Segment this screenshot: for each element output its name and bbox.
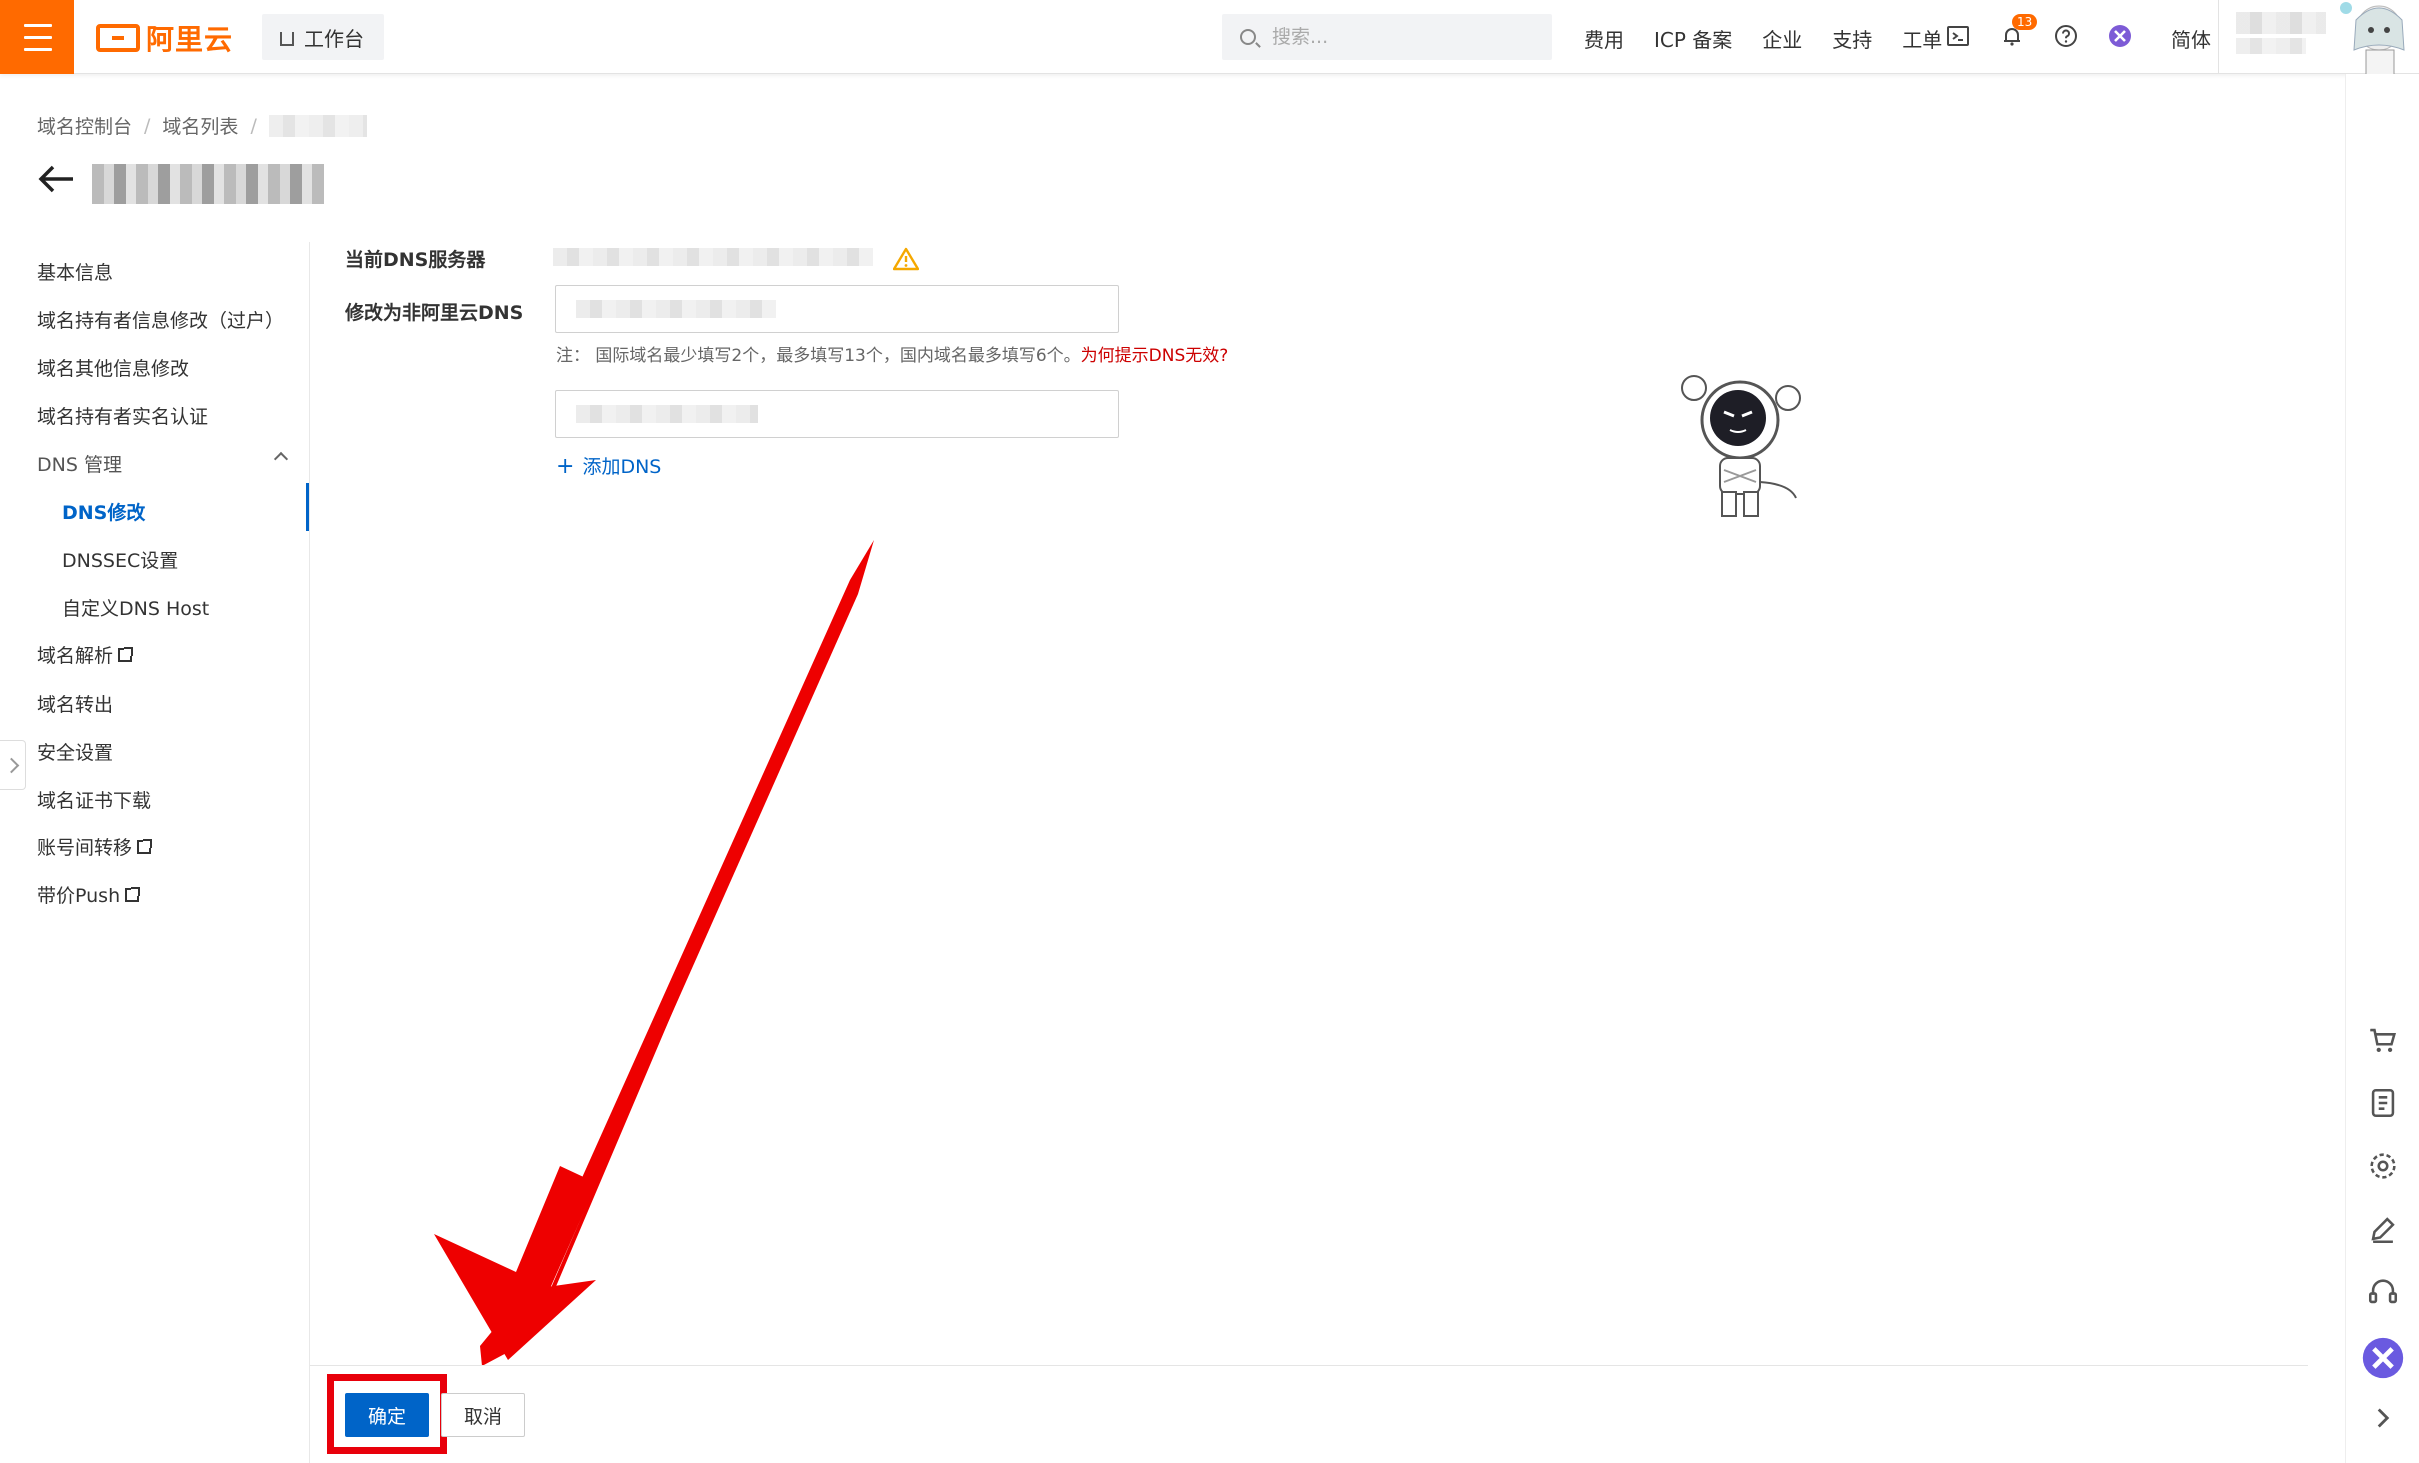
sidebar-item-security[interactable]: 安全设置 <box>37 738 113 765</box>
sidebar-item-label: 域名证书下载 <box>37 790 152 812</box>
help-icon[interactable] <box>2054 24 2078 48</box>
back-arrow-icon[interactable] <box>37 164 75 194</box>
sidebar-item-basic-info[interactable]: 基本信息 <box>37 258 113 285</box>
sidebar-item-label: 域名其他信息修改 <box>37 358 190 380</box>
add-dns-label: 添加DNS <box>582 456 662 478</box>
ai-assistant-icon[interactable] <box>2108 24 2132 48</box>
sidebar-item-label: DNS修改 <box>62 502 146 524</box>
sidebar-item-label: 账号间转移 <box>37 837 133 859</box>
nav-link-fees[interactable]: 费用 <box>1584 24 1624 53</box>
breadcrumb: 域名控制台 / 域名列表 / <box>37 112 367 139</box>
sidebar-item-label: DNSSEC设置 <box>62 550 179 572</box>
sidebar-item-dnssec[interactable]: DNSSEC设置 <box>62 546 178 573</box>
breadcrumb-separator: / <box>144 114 151 137</box>
breadcrumb-domain-list[interactable]: 域名列表 <box>162 112 238 139</box>
dns-note-text: 注： 国际域名最少填写2个，最多填写13个，国内域名最多填写6个。 <box>556 346 1081 366</box>
search-icon <box>1240 29 1256 45</box>
sidebar: 基本信息 域名持有者信息修改（过户） 域名其他信息修改 域名持有者实名认证 DN… <box>0 242 310 1463</box>
workbench-label: 工作台 <box>304 26 364 51</box>
dns-server-value-redacted <box>576 405 758 423</box>
nav-link-ticket[interactable]: 工单 <box>1902 24 1942 53</box>
document-icon[interactable] <box>2366 1086 2400 1120</box>
external-link-icon <box>137 838 153 854</box>
breadcrumb-domain-console[interactable]: 域名控制台 <box>37 112 132 139</box>
sidebar-item-label: 自定义DNS Host <box>62 598 210 620</box>
dns-server-input-1[interactable] <box>555 285 1119 333</box>
change-dns-label: 修改为非阿里云DNS <box>345 302 524 324</box>
nav-link-enterprise[interactable]: 企业 <box>1762 24 1802 53</box>
headset-icon[interactable] <box>2366 1275 2400 1309</box>
breadcrumb-current-domain-redacted <box>268 114 367 137</box>
topbar-divider <box>2218 0 2219 74</box>
annotation-arrow-icon <box>434 540 874 1366</box>
sidebar-item-owner-change[interactable]: 域名持有者信息修改（过户） <box>37 306 284 333</box>
sidebar-item-label: 带价Push <box>37 885 121 907</box>
dns-server-value-redacted <box>576 300 776 318</box>
external-link-icon <box>118 646 134 662</box>
sidebar-item-custom-dns-host[interactable]: 自定义DNS Host <box>62 594 209 621</box>
edit-icon[interactable] <box>2366 1212 2400 1246</box>
sidebar-item-account-transfer[interactable]: 账号间转移 <box>37 833 153 860</box>
sidebar-item-dns-modify[interactable]: DNS修改 <box>62 498 145 525</box>
chevron-right-icon[interactable] <box>2366 1401 2400 1435</box>
current-dns-value-redacted <box>553 248 873 266</box>
right-tool-rail <box>2345 74 2419 1463</box>
aliyun-logo[interactable]: 阿里云 <box>96 20 233 56</box>
confirm-button[interactable]: 确定 <box>345 1393 429 1437</box>
sidebar-item-other-info[interactable]: 域名其他信息修改 <box>37 354 189 381</box>
nav-link-icp[interactable]: ICP 备案 <box>1654 24 1732 53</box>
nav-link-support[interactable]: 支持 <box>1832 24 1872 53</box>
account-id-redacted <box>2236 38 2306 54</box>
current-dns-label: 当前DNS服务器 <box>345 249 486 271</box>
page-title-domain-redacted <box>92 164 324 204</box>
add-dns-button[interactable]: + 添加DNS <box>556 452 661 479</box>
top-navigation-bar: 阿里云 工作台 费用 ICP 备案 企业 支持 工单 13 简体 <box>0 0 2419 74</box>
sidebar-item-label: 安全设置 <box>37 742 114 764</box>
home-icon <box>280 32 294 46</box>
cart-icon[interactable] <box>2366 1023 2400 1057</box>
sidebar-item-label: 域名解析 <box>37 645 114 667</box>
dns-server-input-2[interactable] <box>555 390 1119 438</box>
external-link-icon <box>125 886 141 902</box>
hamburger-menu-button[interactable] <box>0 0 74 74</box>
plus-icon: + <box>556 454 575 479</box>
terminal-icon[interactable] <box>1946 24 1970 48</box>
settings-icon[interactable] <box>2366 1149 2400 1183</box>
footer-divider <box>310 1365 2308 1366</box>
sidebar-item-label: 域名持有者信息修改（过户） <box>37 310 285 332</box>
dns-note: 注： 国际域名最少填写2个，最多填写13个，国内域名最多填写6个。为何提示DNS… <box>556 341 1228 366</box>
top-nav-links: 费用 ICP 备案 企业 支持 工单 <box>1584 24 1972 53</box>
sidebar-item-transfer-out[interactable]: 域名转出 <box>37 690 113 717</box>
search-input[interactable] <box>1272 22 1532 52</box>
aliyun-logo-icon <box>96 24 140 52</box>
why-dns-invalid-link[interactable]: 为何提示DNS无效? <box>1081 346 1229 366</box>
search-box[interactable] <box>1222 14 1552 60</box>
sidebar-item-label: 域名持有者实名认证 <box>37 406 209 428</box>
sidebar-item-label: 域名转出 <box>37 694 114 716</box>
sidebar-group-dns[interactable]: DNS 管理 <box>37 450 122 477</box>
notification-badge: 13 <box>2012 14 2038 30</box>
workbench-button[interactable]: 工作台 <box>262 14 384 60</box>
warning-icon <box>893 247 919 271</box>
mascot-decoration <box>1681 375 1801 517</box>
logo-text: 阿里云 <box>146 23 234 56</box>
sidebar-item-realname[interactable]: 域名持有者实名认证 <box>37 402 208 429</box>
active-indicator <box>306 483 309 531</box>
cancel-button[interactable]: 取消 <box>441 1393 525 1437</box>
sidebar-item-price-push[interactable]: 带价Push <box>37 881 141 908</box>
sidebar-item-certificate[interactable]: 域名证书下载 <box>37 786 151 813</box>
sidebar-collapse-toggle[interactable] <box>0 740 26 790</box>
account-name-redacted[interactable] <box>2236 12 2326 34</box>
sidebar-item-label: DNS 管理 <box>37 454 122 476</box>
sidebar-item-label: 基本信息 <box>37 262 114 284</box>
language-switch[interactable]: 简体 <box>2171 24 2211 53</box>
sidebar-item-dns-resolve[interactable]: 域名解析 <box>37 641 134 668</box>
breadcrumb-separator: / <box>250 114 257 137</box>
close-circle-icon[interactable] <box>2361 1336 2405 1380</box>
